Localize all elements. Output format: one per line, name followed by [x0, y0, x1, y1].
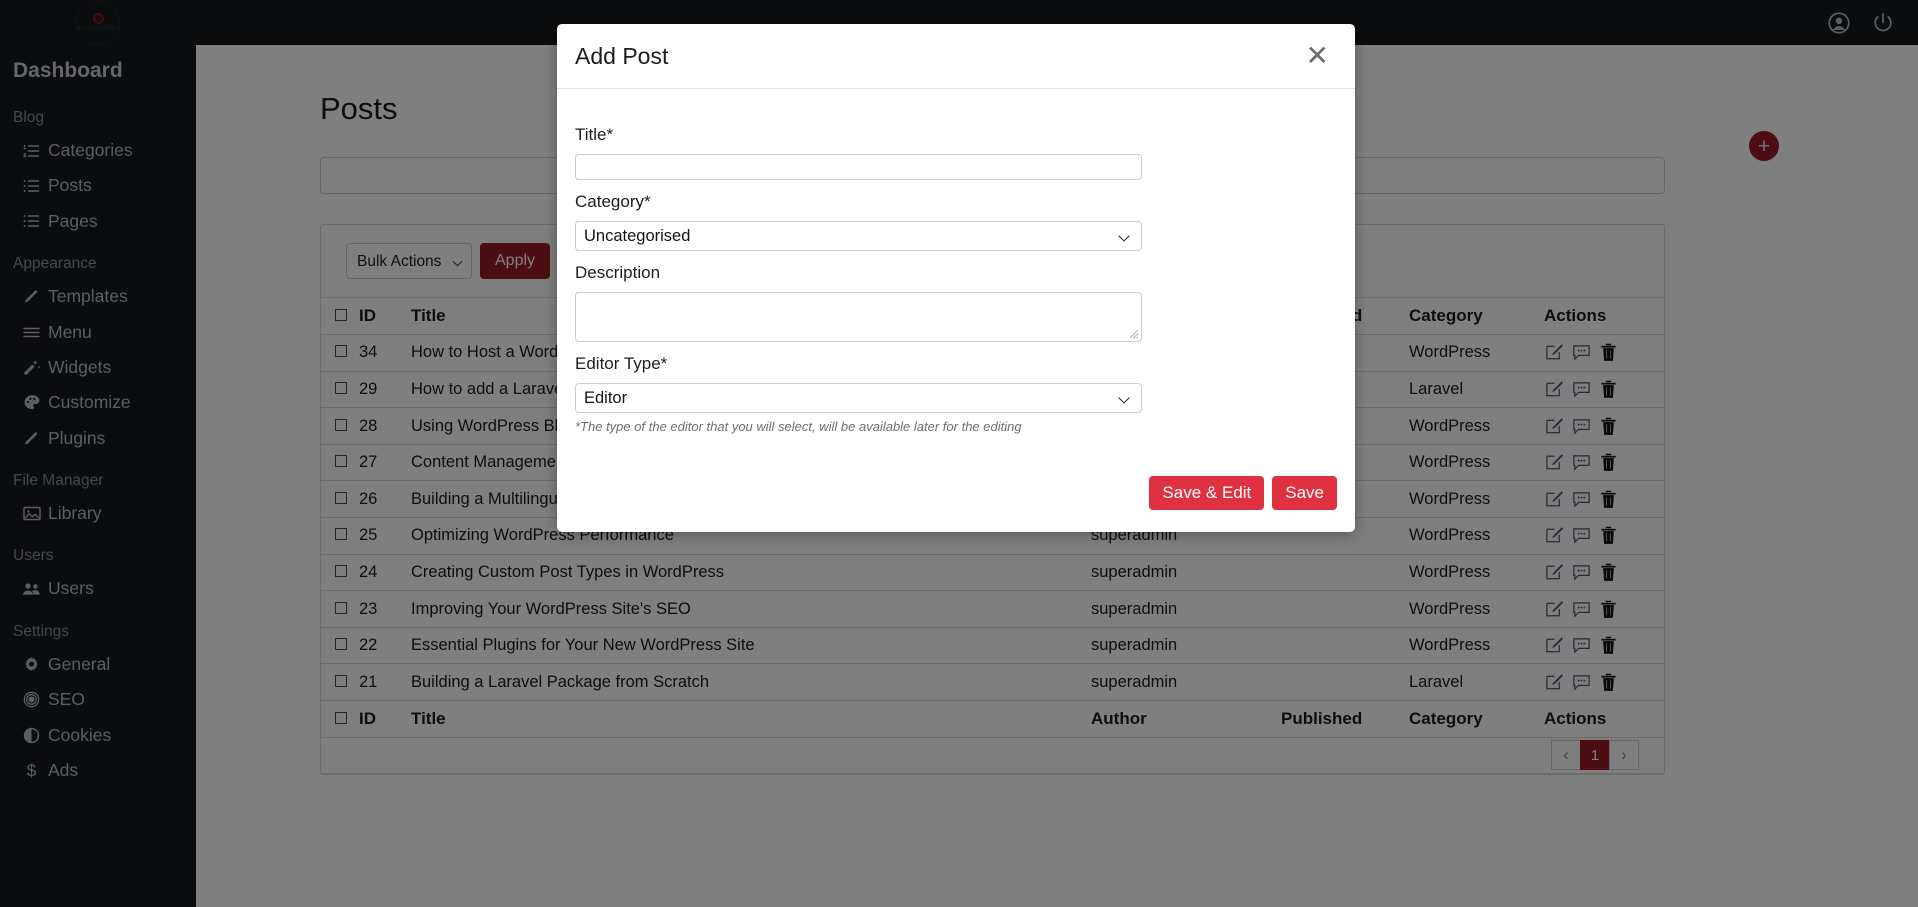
close-icon[interactable]: ✕: [1304, 42, 1331, 70]
editor-type-hint: *The type of the editor that you will se…: [575, 419, 1022, 434]
save-button[interactable]: Save: [1272, 476, 1337, 510]
editor-type-field-label: Editor Type*: [575, 354, 668, 373]
app-root: AvocadoFlex Dashboard Bl: [0, 0, 1918, 907]
description-textarea[interactable]: [575, 292, 1142, 342]
editor-type-select[interactable]: Editor: [575, 383, 1142, 413]
category-select[interactable]: Uncategorised: [575, 221, 1142, 251]
add-post-modal: Add Post ✕ Title* Category* Uncategorise…: [557, 24, 1355, 532]
save-and-edit-button[interactable]: Save & Edit: [1149, 476, 1265, 510]
title-input[interactable]: [575, 154, 1142, 180]
description-wrapper: [575, 292, 1142, 342]
modal-header: Add Post ✕: [557, 24, 1355, 89]
modal-actions: Save & Edit Save: [557, 448, 1355, 532]
description-field-label: Description: [575, 263, 661, 282]
modal-title: Add Post: [575, 42, 669, 69]
category-select-wrapper: Uncategorised: [575, 221, 1142, 251]
category-field-label: Category*: [575, 192, 651, 211]
editor-type-select-wrapper: Editor: [575, 383, 1142, 413]
modal-body: Title* Category* Uncategorised Descripti…: [557, 89, 1355, 448]
title-field-label: Title*: [575, 125, 614, 144]
